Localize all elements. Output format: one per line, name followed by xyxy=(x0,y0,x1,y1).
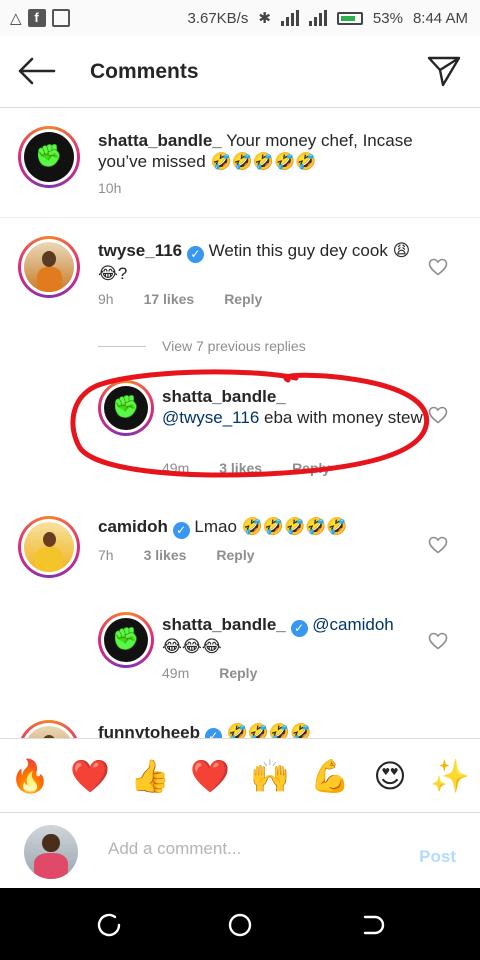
heart-eyes-emoji-button[interactable]: 😍 xyxy=(368,755,412,797)
reply-button[interactable]: Reply xyxy=(216,547,254,563)
timestamp: 9h xyxy=(98,291,114,307)
flexed-biceps-emoji-button[interactable]: 💪 xyxy=(308,755,352,797)
avatar[interactable] xyxy=(18,720,80,738)
reply-button[interactable]: Reply xyxy=(292,460,330,476)
comment-item: camidoh ✓ Lmao 🤣🤣🤣🤣🤣 7h 3 likes Reply xyxy=(0,500,480,600)
comment-emojis: 😂😂😂 xyxy=(162,637,222,657)
page-title: Comments xyxy=(90,60,199,83)
status-bar: △ f 3.67KB/s ✱ 53% 8:44 AM xyxy=(0,0,480,36)
net-speed: 3.67KB/s xyxy=(187,9,249,27)
caption-comment: shatta_bandle_ Your money chef, Incase y… xyxy=(0,108,480,218)
username[interactable]: shatta_bandle_ xyxy=(98,131,222,150)
avatar[interactable] xyxy=(98,380,154,436)
comment-composer: Post xyxy=(0,812,480,888)
comment-meta: 10h xyxy=(98,180,121,196)
username[interactable]: funnytoheeb xyxy=(98,723,200,738)
battery-icon xyxy=(336,11,363,25)
comment-meta: 9h 17 likes Reply xyxy=(98,291,262,307)
post-button[interactable]: Post xyxy=(419,847,456,867)
facebook-icon: f xyxy=(27,9,46,27)
my-avatar xyxy=(24,825,78,879)
comment-text: Wetin this guy dey cook xyxy=(208,241,388,260)
avatar[interactable] xyxy=(18,126,80,188)
mention-link[interactable]: @twyse_116 xyxy=(162,408,259,427)
battery-level: 53% xyxy=(372,9,403,27)
emoji-quick-bar: 🔥 ❤️ 👍 ❤️ 🙌 💪 😍 ✨ xyxy=(0,738,480,812)
likes-count[interactable]: 3 likes xyxy=(219,460,262,476)
avatar[interactable] xyxy=(18,516,80,578)
verified-badge-icon: ✓ xyxy=(186,246,204,263)
view-previous-replies[interactable]: View 7 previous replies xyxy=(98,338,306,354)
comment-meta: 49m Reply xyxy=(162,665,257,681)
username[interactable]: twyse_116 xyxy=(98,241,182,260)
header: Comments xyxy=(0,36,480,108)
recent-apps-icon[interactable] xyxy=(96,912,122,938)
avatar[interactable] xyxy=(18,236,80,298)
reply-button[interactable]: Reply xyxy=(224,291,262,307)
username[interactable]: camidoh xyxy=(98,517,168,536)
reply-button[interactable]: Reply xyxy=(219,665,257,681)
comment-text: eba with money stew xyxy=(264,408,423,427)
avatar[interactable] xyxy=(98,612,154,668)
signal-2-icon xyxy=(308,10,327,26)
timestamp: 10h xyxy=(98,180,122,196)
username[interactable]: shatta_bandle_ xyxy=(162,386,424,407)
verified-badge-icon: ✓ xyxy=(204,728,222,738)
verified-badge-icon: ✓ xyxy=(172,522,190,539)
thumbs-up-emoji-button[interactable]: 👍 xyxy=(128,755,172,797)
add-comment-input[interactable] xyxy=(108,839,388,859)
view-previous-label: View 7 previous replies xyxy=(162,338,306,354)
warning-icon: △ xyxy=(10,10,22,27)
reply-item: shatta_bandle_ ✓ @camidoh 😂😂😂 49m Reply xyxy=(0,604,480,704)
timestamp: 49m xyxy=(162,665,190,681)
heart-emoji-button[interactable]: ❤️ xyxy=(68,755,112,797)
gallery-icon xyxy=(51,9,70,27)
likes-count[interactable]: 3 likes xyxy=(144,547,187,563)
system-nav-bar xyxy=(0,888,480,960)
mention-link[interactable]: @camidoh xyxy=(312,615,394,634)
comment-emojis: 🤣🤣🤣🤣 xyxy=(226,723,312,738)
comment-text: Lmao xyxy=(194,517,237,536)
verified-badge-icon: ✓ xyxy=(290,620,308,637)
comment-meta: 7h 3 likes Reply xyxy=(98,547,255,563)
heart-icon[interactable] xyxy=(428,406,448,424)
comment-emojis: 🤣🤣🤣🤣🤣 xyxy=(210,152,317,172)
divider xyxy=(98,345,146,347)
likes-count[interactable]: 17 likes xyxy=(144,291,195,307)
sparkles-emoji-button[interactable]: ✨ xyxy=(428,755,472,797)
comment-meta: 49m 3 likes Reply xyxy=(162,460,330,476)
timestamp: 7h xyxy=(98,547,114,563)
clock: 8:44 AM xyxy=(412,9,468,27)
comment-suffix: ? xyxy=(117,264,128,283)
back-icon[interactable] xyxy=(360,912,386,938)
bluetooth-icon: ✱ xyxy=(258,10,271,27)
fire-emoji-button[interactable]: 🔥 xyxy=(8,755,52,797)
username[interactable]: shatta_bandle_ xyxy=(162,615,286,634)
direct-send-icon[interactable] xyxy=(426,54,462,88)
heart-2-emoji-button[interactable]: ❤️ xyxy=(188,755,232,797)
heart-icon[interactable] xyxy=(428,632,448,650)
timestamp: 49m xyxy=(162,460,190,476)
comment-item: funnytoheeb ✓ 🤣🤣🤣🤣 xyxy=(0,706,480,738)
back-arrow-icon[interactable] xyxy=(16,56,56,86)
heart-icon[interactable] xyxy=(428,258,448,276)
heart-icon[interactable] xyxy=(428,536,448,554)
home-icon[interactable] xyxy=(227,912,253,938)
raised-hands-emoji-button[interactable]: 🙌 xyxy=(248,755,292,797)
comment-emojis: 🤣🤣🤣🤣🤣 xyxy=(241,517,348,537)
signal-icon xyxy=(280,10,299,26)
reply-item: shatta_bandle_ @twyse_116 eba with money… xyxy=(0,370,480,480)
comment-item: twyse_116 ✓ Wetin this guy dey cook 😩😂? … xyxy=(0,218,480,328)
